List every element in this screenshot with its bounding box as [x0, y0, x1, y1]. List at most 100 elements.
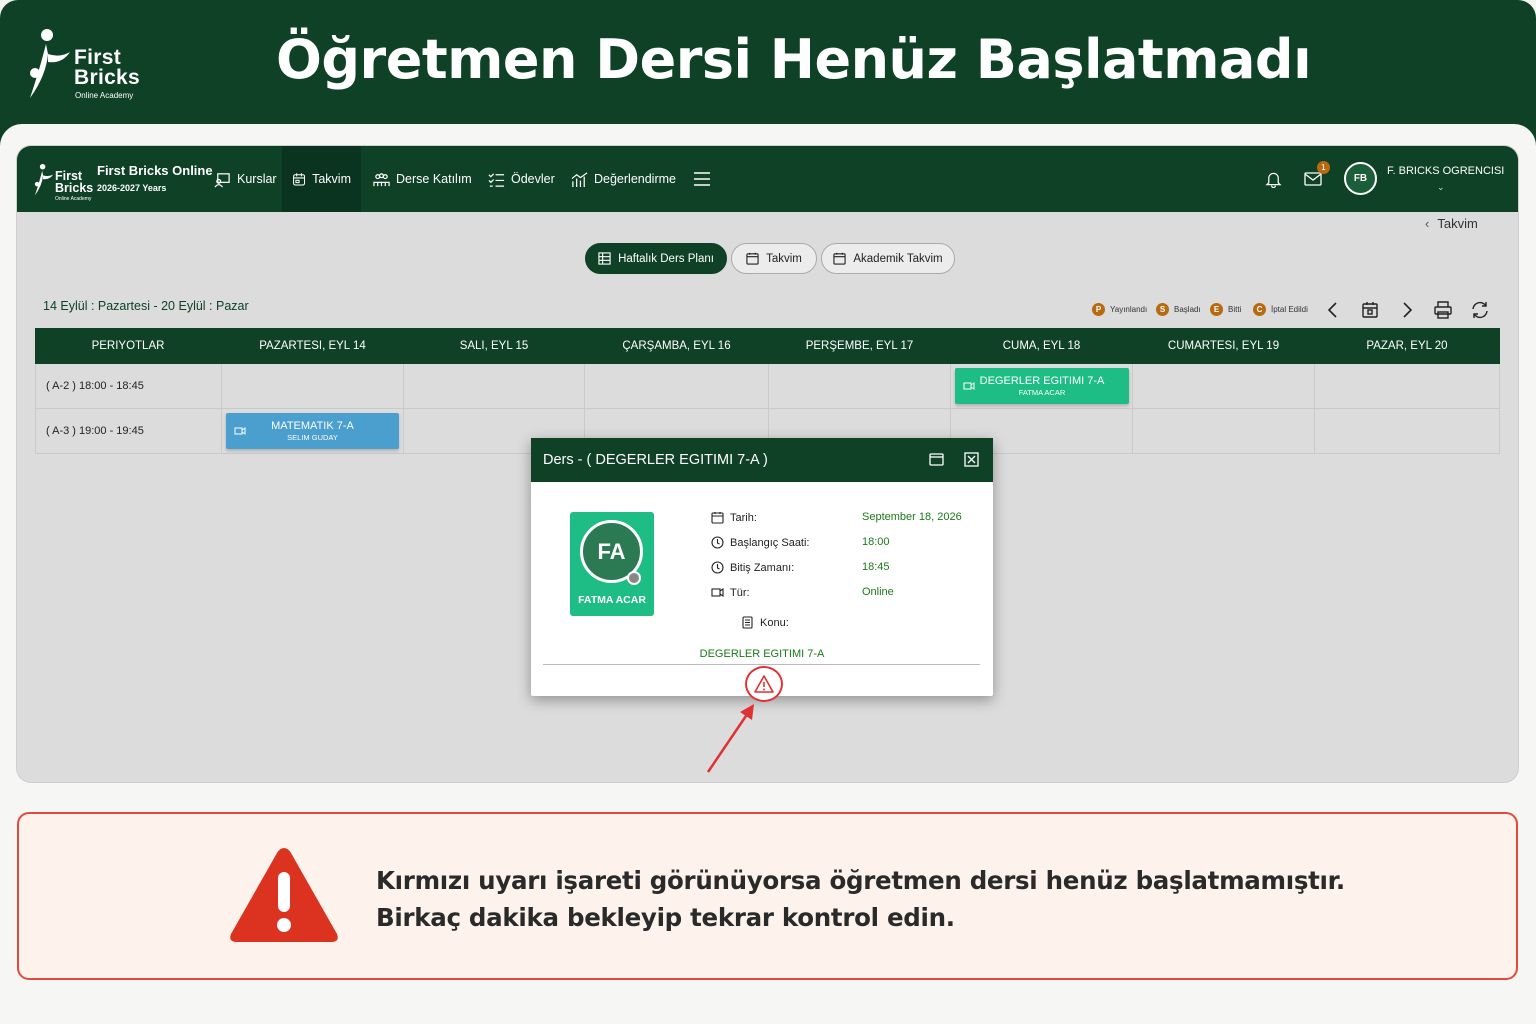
academic-years: 2026-2027 Years	[97, 183, 167, 193]
user-avatar[interactable]: FB	[1344, 162, 1377, 195]
calendar-icon	[711, 512, 724, 524]
bell-icon[interactable]	[1265, 170, 1282, 188]
next-week-icon[interactable]	[1397, 300, 1417, 320]
users-icon	[373, 172, 390, 186]
schedule-cell	[1315, 364, 1500, 408]
calendar-icon	[833, 252, 846, 265]
column-header: SALI, EYL 15	[404, 328, 585, 364]
schedule-cell	[1133, 364, 1315, 408]
nav-logo[interactable]: First Bricks Online Academy	[33, 158, 103, 202]
today-calendar-icon[interactable]	[1360, 300, 1380, 320]
maximize-icon[interactable]	[929, 453, 944, 466]
tab-takvim[interactable]: Takvim	[731, 243, 817, 274]
status-dot: P	[1092, 303, 1105, 316]
runner-logo-icon	[30, 29, 70, 98]
date-label-row: Tarih:	[711, 511, 757, 524]
table-icon	[598, 252, 611, 265]
video-icon	[234, 427, 246, 435]
lesson-detail-modal: Ders - ( DEGERLER EGITIMI 7-A ) FA FATMA…	[531, 438, 993, 702]
topic-label: Konu:	[760, 616, 789, 629]
mail-count-badge: 1	[1317, 161, 1330, 174]
column-header: CUMA, EYL 18	[951, 328, 1133, 364]
hamburger-menu-icon[interactable]	[693, 171, 711, 187]
nav-item-odevler[interactable]: Ödevler	[478, 146, 565, 212]
first-bricks-logo: First Bricks Online Academy	[26, 28, 156, 108]
column-header: PAZARTESI, EYL 14	[222, 328, 404, 364]
mail-icon[interactable]	[1304, 171, 1322, 187]
calendar-icon	[746, 252, 759, 265]
status-indicator	[627, 571, 641, 585]
nav-label: Takvim	[312, 172, 351, 186]
nav-label: Derse Katılım	[396, 172, 472, 186]
print-icon[interactable]	[1433, 300, 1453, 320]
chevron-down-icon[interactable]: ⌄	[1437, 182, 1445, 193]
lesson-name: MATEMATIK 7-A	[271, 420, 354, 432]
legend-item-started: S Başladı	[1156, 303, 1201, 316]
tab-label: Takvim	[766, 252, 802, 265]
previous-week-icon[interactable]	[1323, 300, 1343, 320]
page-title: Öğretmen Dersi Henüz Başlatmadı	[276, 28, 1312, 91]
breadcrumb[interactable]: ‹ Takvim	[1425, 216, 1478, 231]
refresh-icon[interactable]	[1470, 300, 1490, 320]
clock-icon	[711, 536, 724, 549]
teacher-not-started-warning[interactable]	[745, 666, 783, 702]
nav-item-degerlendirme[interactable]: Değerlendirme	[561, 146, 686, 212]
calendar-icon	[293, 172, 306, 185]
tab-label: Akademik Takvim	[853, 252, 943, 265]
status-dot: E	[1210, 303, 1223, 316]
tab-haftalik-ders-plani[interactable]: Haftalık Ders Planı	[585, 243, 727, 274]
user-name[interactable]: F. BRICKS OGRENCISI	[1387, 165, 1504, 177]
lesson-name: DEGERLER EGITIMI 7-A	[979, 375, 1105, 387]
nav-item-kurslar[interactable]: Kurslar	[204, 146, 287, 212]
nav-item-takvim[interactable]: Takvim	[282, 146, 361, 212]
date-label: Tarih:	[730, 511, 757, 524]
close-icon[interactable]	[964, 452, 979, 467]
warning-notice: Kırmızı uyarı işareti görünüyorsa öğretm…	[17, 812, 1518, 980]
presentation-icon	[214, 172, 230, 187]
schedule-cell: MATEMATIK 7-A SELIM GUDAY	[222, 409, 404, 453]
nav-label: Ödevler	[511, 172, 555, 186]
column-header: PAZAR, EYL 20	[1315, 328, 1500, 364]
column-header: CUMARTESI, EYL 19	[1133, 328, 1315, 364]
warning-triangle-icon	[230, 848, 338, 942]
status-dot: C	[1253, 303, 1266, 316]
period-label: ( A-3 ) 19:00 - 19:45	[35, 409, 222, 453]
topic-label-row: Konu:	[741, 616, 789, 629]
notice-text-line2: Birkaç dakika bekleyip tekrar kontrol ed…	[376, 903, 955, 932]
schedule-cell	[585, 364, 769, 408]
schedule-cell	[222, 364, 404, 408]
logo-line2: Bricks	[74, 66, 141, 89]
runner-logo-icon	[34, 163, 54, 196]
legend-item-cancelled: C İptal Edildi	[1253, 303, 1308, 316]
legend-item-published: P Yayınlandı	[1092, 303, 1147, 316]
type-label: Tür:	[730, 586, 750, 599]
teacher-name: FATMA ACAR	[578, 594, 646, 606]
column-header: ÇARŞAMBA, EYL 16	[585, 328, 769, 364]
schedule-cell: DEGERLER EGITIMI 7-A FATMA ACAR	[951, 364, 1133, 408]
tab-label: Haftalık Ders Planı	[618, 252, 714, 265]
top-navbar: First Bricks Online Academy First Bricks …	[17, 146, 1518, 212]
tab-akademik-takvim[interactable]: Akademik Takvim	[821, 243, 955, 274]
weekly-schedule-table: PERIYOTLAR PAZARTESI, EYL 14 SALI, EYL 1…	[35, 328, 1500, 454]
divider	[543, 664, 980, 665]
status-dot: S	[1156, 303, 1169, 316]
type-label-row: Tür:	[711, 586, 750, 599]
start-value: 18:00	[862, 536, 890, 548]
type-value: Online	[862, 586, 894, 598]
nav-label: Kurslar	[237, 172, 277, 186]
video-icon	[963, 382, 975, 390]
nav-item-derse-katilim[interactable]: Derse Katılım	[363, 146, 482, 212]
lesson-card[interactable]: MATEMATIK 7-A SELIM GUDAY	[226, 413, 399, 449]
table-row: ( A-2 ) 18:00 - 18:45 DEGERLER EGITIMI 7…	[35, 364, 1500, 409]
lesson-card[interactable]: DEGERLER EGITIMI 7-A FATMA ACAR	[955, 368, 1129, 404]
nav-label: Değerlendirme	[594, 172, 676, 186]
document-icon	[742, 616, 753, 629]
lesson-teacher: FATMA ACAR	[1018, 388, 1066, 397]
checklist-icon	[488, 172, 505, 187]
period-label: ( A-2 ) 18:00 - 18:45	[35, 364, 222, 408]
chart-icon	[571, 171, 588, 187]
week-date-range: 14 Eylül : Pazartesi - 20 Eylül : Pazar	[43, 299, 249, 313]
column-header: PERŞEMBE, EYL 17	[769, 328, 951, 364]
modal-title: Ders - ( DEGERLER EGITIMI 7-A )	[543, 452, 768, 468]
schedule-cell	[769, 364, 951, 408]
